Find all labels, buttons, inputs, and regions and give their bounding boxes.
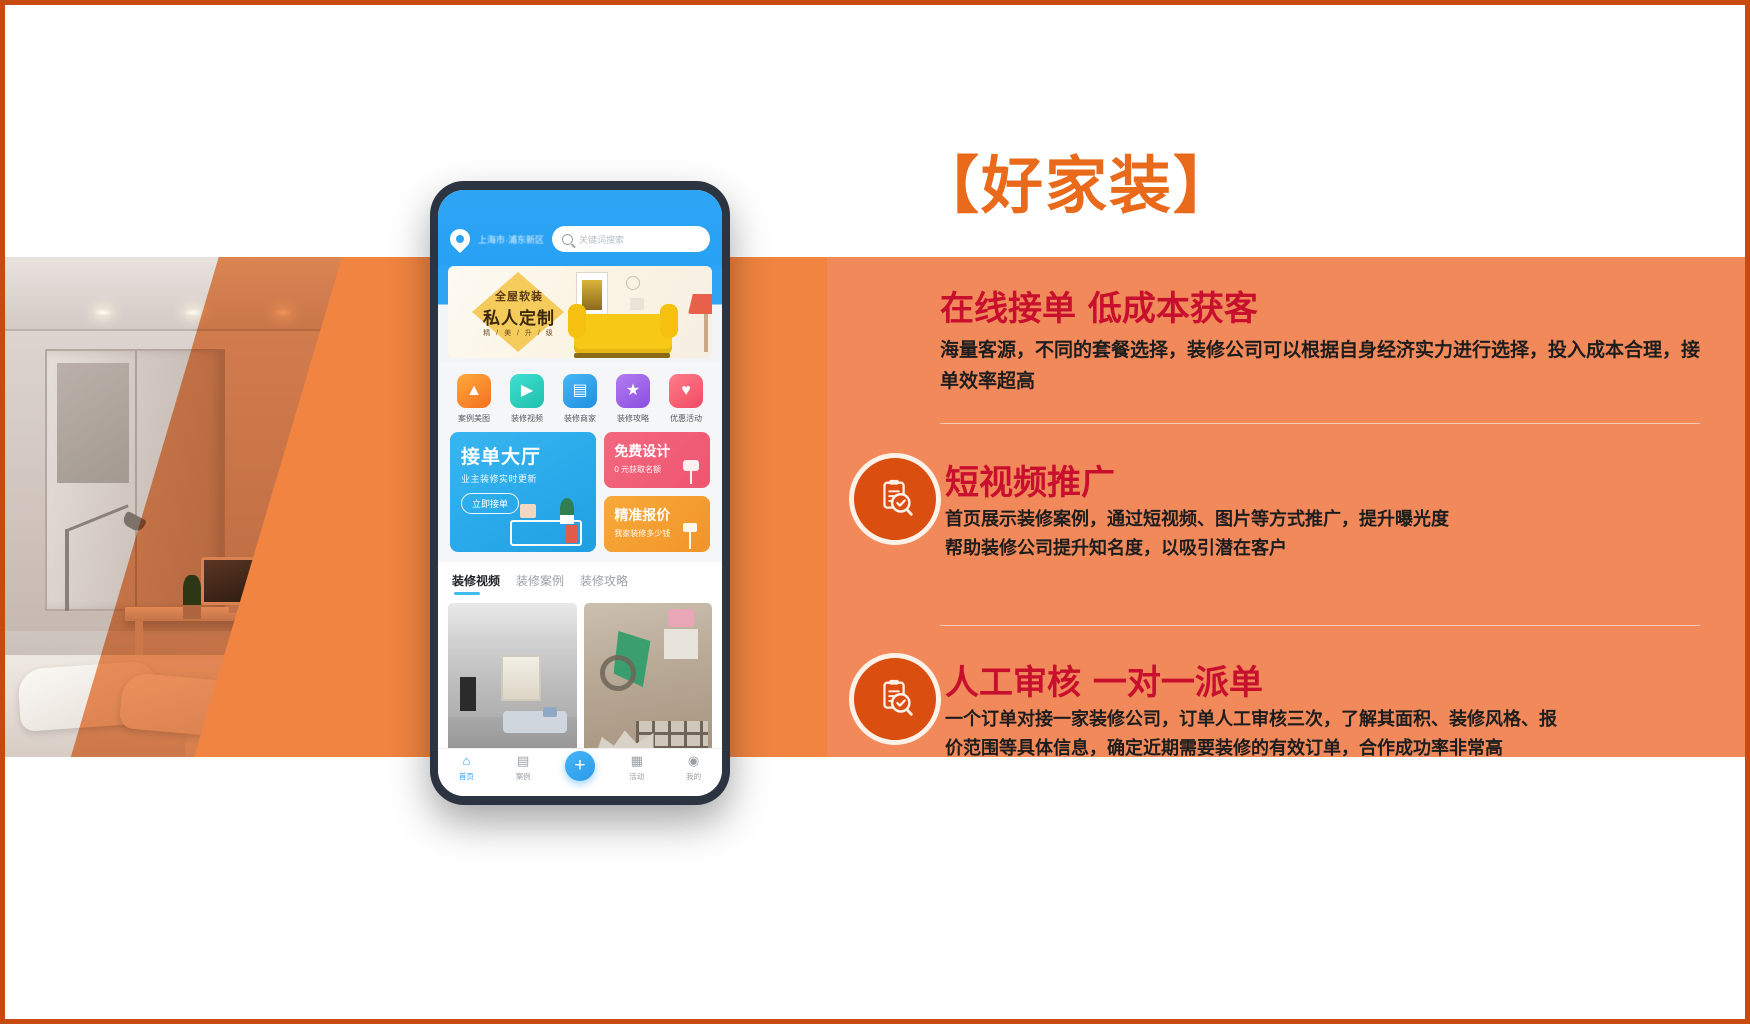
guide-book-icon: ★ xyxy=(616,374,650,408)
image-icon: ▲ xyxy=(457,374,491,408)
promo-cards: 免费设计 0 元获取名额 精准报价 我家装修多少钱 xyxy=(604,432,710,552)
feature-body-line: 帮助装修公司提升知名度，以吸引潜在客户 xyxy=(945,538,1287,560)
ceiling-light xyxy=(185,309,201,316)
quicknav-item-promotions[interactable]: ♥ 优惠活动 xyxy=(662,374,710,424)
promo-poster: 在线接单 低成本获客 海量客源，不同的套餐选择，装修公司可以根据自身经济实力进行… xyxy=(0,0,1750,1024)
location-label[interactable]: 上海市·浦东新区 xyxy=(478,233,544,246)
store-icon: ▤ xyxy=(563,374,597,408)
section-title-online-orders: 在线接单 低成本获客 xyxy=(940,289,1258,329)
content-feed xyxy=(438,597,722,767)
clipboard-search-icon xyxy=(849,453,941,545)
search-placeholder: 关键词搜索 xyxy=(579,234,625,245)
quick-nav: ▲ 案例美图 ▶ 装修视频 ▤ 装修商家 ★ 装修攻略 ♥ 优惠活动 xyxy=(438,362,722,432)
quicknav-label: 装修商家 xyxy=(564,414,596,423)
feature-body-line: 首页展示装修案例，通过短视频、图片等方式推广，提升曝光度 xyxy=(945,509,1449,530)
quicknav-item-merchants[interactable]: ▤ 装修商家 xyxy=(556,374,604,424)
quicknav-item-videos[interactable]: ▶ 装修视频 xyxy=(503,374,551,424)
nav-item-activities[interactable]: ▦ 活动 xyxy=(611,754,663,782)
quicknav-item-cases[interactable]: ▲ 案例美图 xyxy=(450,374,498,424)
quicknav-label: 装修视频 xyxy=(511,414,543,423)
bottom-navigation: ⌂ 首页 ▤ 案例 + ▦ 活动 ◉ 我的 xyxy=(438,748,722,796)
features-panel: 在线接单 低成本获客 海量客源，不同的套餐选择，装修公司可以根据自身经济实力进行… xyxy=(827,257,1745,759)
tab-decoration-videos[interactable]: 装修视频 xyxy=(452,572,500,597)
banner-lamp-shade xyxy=(688,294,712,314)
nav-label: 首页 xyxy=(458,772,474,781)
location-pin-icon[interactable] xyxy=(445,224,475,254)
phone-mockup: 上海市·浦东新区 关键词搜索 全屋软装 私人定制 精 / 美 / 升 / 级 ▲… xyxy=(430,181,730,805)
feature-body-line: 价范围等具体信息，确定近期需要装修的有效订单，合作成功率非常高 xyxy=(945,738,1503,760)
chair-decor-icon xyxy=(680,460,702,484)
nav-item-profile[interactable]: ◉ 我的 xyxy=(668,754,720,782)
banner-card[interactable]: 全屋软装 私人定制 精 / 美 / 升 / 级 xyxy=(448,266,712,358)
home-icon: ⌂ xyxy=(462,753,471,768)
promo-pot-decor xyxy=(560,515,575,524)
page-title: 【好家装】 xyxy=(917,149,1238,222)
feature-title-short-video: 短视频推广 xyxy=(945,463,1115,503)
promo-box-decor xyxy=(520,504,537,518)
search-input[interactable]: 关键词搜索 xyxy=(552,226,710,252)
ceiling-light xyxy=(95,309,111,316)
feature-body-manual-review: 一个订单对接一家装修公司，订单人工审核三次，了解其面积、装修风格、报 价范围等具… xyxy=(945,705,1645,763)
promo-order-hall[interactable]: 接单大厅 业主装修实时更新 立即接单 xyxy=(450,432,597,552)
nav-label: 我的 xyxy=(686,772,702,781)
promo-accurate-quote[interactable]: 精准报价 我家装修多少钱 xyxy=(604,496,710,552)
nav-item-add[interactable]: + xyxy=(554,751,606,781)
feature-body-line: 一个订单对接一家装修公司，订单人工审核三次，了解其面积、装修风格、报 xyxy=(945,709,1557,730)
promo-books-decor xyxy=(566,525,579,543)
take-order-button[interactable]: 立即接单 xyxy=(461,493,520,514)
gift-icon: ♥ xyxy=(669,374,703,408)
banner-line1: 全屋软装 xyxy=(495,291,543,303)
calendar-icon: ▦ xyxy=(630,753,643,768)
video-camera-icon: ▶ xyxy=(510,374,544,408)
quicknav-label: 案例美图 xyxy=(458,414,490,423)
promo-card-title: 免费设计 xyxy=(614,443,671,459)
grid-icon: ▤ xyxy=(517,753,530,768)
top-white-strip xyxy=(5,5,1745,257)
tab-decoration-guides[interactable]: 装修攻略 xyxy=(580,572,628,597)
tab-decoration-cases[interactable]: 装修案例 xyxy=(516,572,564,597)
nav-label: 活动 xyxy=(629,772,645,781)
search-icon xyxy=(562,233,573,245)
nav-item-home[interactable]: ⌂ 首页 xyxy=(440,754,492,782)
feature-body-short-video: 首页展示装修案例，通过短视频、图片等方式推广，提升曝光度 帮助装修公司提升知名度… xyxy=(945,505,1645,563)
banner-line2: 私人定制 xyxy=(483,309,555,328)
quicknav-label: 优惠活动 xyxy=(670,414,702,423)
banner-decor-square xyxy=(630,298,644,310)
plus-fab-icon[interactable]: + xyxy=(564,751,595,781)
user-icon: ◉ xyxy=(687,753,700,768)
tripod-decor-icon xyxy=(678,523,702,549)
promo-card-title: 精准报价 xyxy=(614,507,671,523)
nav-item-cases[interactable]: ▤ 案例 xyxy=(497,754,549,782)
banner-sofa-base xyxy=(574,353,670,358)
content-tabs: 装修视频 装修案例 装修攻略 xyxy=(438,562,722,597)
banner-sofa xyxy=(568,304,678,354)
quicknav-label: 装修攻略 xyxy=(617,414,649,423)
section-body-online-orders: 海量客源，不同的套餐选择，装修公司可以根据自身经济实力进行选择，投入成本合理，接… xyxy=(940,339,1701,392)
promo-free-design[interactable]: 免费设计 0 元获取名额 xyxy=(604,432,710,488)
app-header: 上海市·浦东新区 关键词搜索 xyxy=(438,190,722,266)
feed-item-living-room[interactable] xyxy=(448,603,577,767)
desk-lamp-pole xyxy=(65,529,69,611)
banner-floor-lamp xyxy=(704,310,708,352)
hero-banner[interactable]: 全屋软装 私人定制 精 / 美 / 升 / 级 xyxy=(438,266,722,362)
feed-item-construction-site[interactable] xyxy=(583,603,712,767)
banner-clock-icon xyxy=(626,276,640,290)
app-screen: 上海市·浦东新区 关键词搜索 全屋软装 私人定制 精 / 美 / 升 / 级 ▲… xyxy=(438,190,722,796)
nav-label: 案例 xyxy=(515,772,531,781)
bottom-white-strip xyxy=(5,757,1745,1019)
promo-section: 接单大厅 业主装修实时更新 立即接单 免费设计 0 元获取名额 精准报价 我家装… xyxy=(438,432,722,562)
banner-wall-art xyxy=(582,280,602,310)
quicknav-item-guides[interactable]: ★ 装修攻略 xyxy=(609,374,657,424)
banner-line3: 精 / 美 / 升 / 级 xyxy=(483,330,555,337)
clipboard-search-icon xyxy=(849,653,941,745)
divider xyxy=(940,625,1700,626)
feature-title-manual-review: 人工审核 一对一派单 xyxy=(945,663,1263,703)
promo-title: 接单大厅 xyxy=(461,447,542,468)
promo-subtitle: 业主装修实时更新 xyxy=(461,474,538,484)
divider xyxy=(940,423,1700,424)
